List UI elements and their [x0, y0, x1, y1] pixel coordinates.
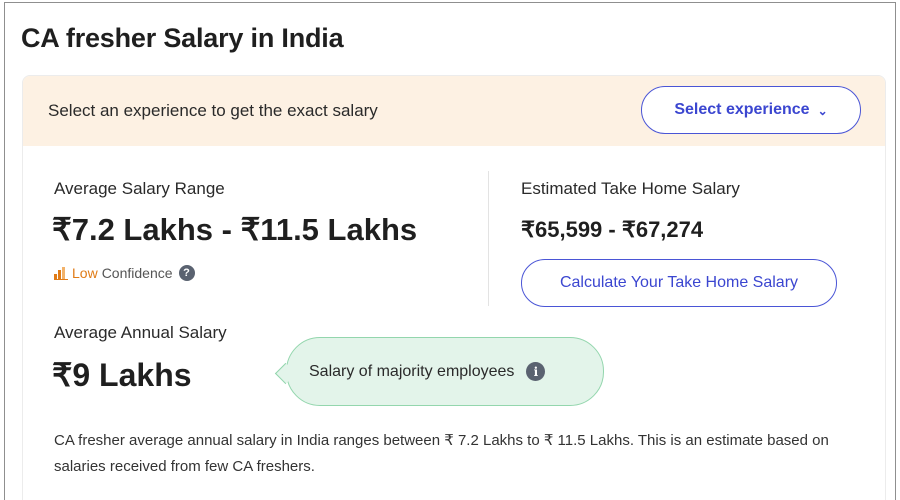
- salary-card: Select an experience to get the exact sa…: [22, 75, 886, 500]
- confidence-level: Low: [72, 265, 98, 281]
- annual-salary-label: Average Annual Salary: [54, 323, 227, 342]
- salary-description: CA fresher average annual salary in Indi…: [54, 432, 829, 475]
- salary-range-value: ₹7.2 Lakhs - ₹11.5 Lakhs: [52, 212, 418, 247]
- page-title: CA fresher Salary in India: [21, 23, 344, 53]
- annual-salary-value: ₹9 Lakhs: [52, 357, 192, 393]
- bubble-text: Salary of majority employees: [309, 362, 515, 380]
- take-home-label: Estimated Take Home Salary: [521, 179, 740, 198]
- banner-text: Select an experience to get the exact sa…: [48, 101, 378, 120]
- confidence-indicator: Low Confidence ?: [54, 265, 195, 281]
- help-icon[interactable]: ?: [178, 265, 195, 281]
- chevron-down-icon: ⌄: [817, 104, 828, 118]
- page-frame: CA fresher Salary in India Select an exp…: [4, 2, 896, 500]
- info-icon[interactable]: i: [526, 362, 546, 381]
- take-home-value: ₹65,599 - ₹67,274: [521, 217, 704, 242]
- salary-range-label: Average Salary Range: [54, 179, 225, 198]
- majority-salary-bubble: Salary of majority employees i: [286, 337, 604, 406]
- calculate-take-home-button[interactable]: Calculate Your Take Home Salary: [521, 259, 837, 307]
- experience-banner: Select an experience to get the exact sa…: [23, 76, 885, 146]
- select-experience-label: Select experience: [674, 101, 810, 118]
- column-divider: [488, 171, 489, 306]
- select-experience-button[interactable]: Select experience ⌄: [641, 86, 861, 134]
- confidence-text: Confidence: [101, 265, 173, 281]
- bar-chart-icon: [54, 266, 68, 280]
